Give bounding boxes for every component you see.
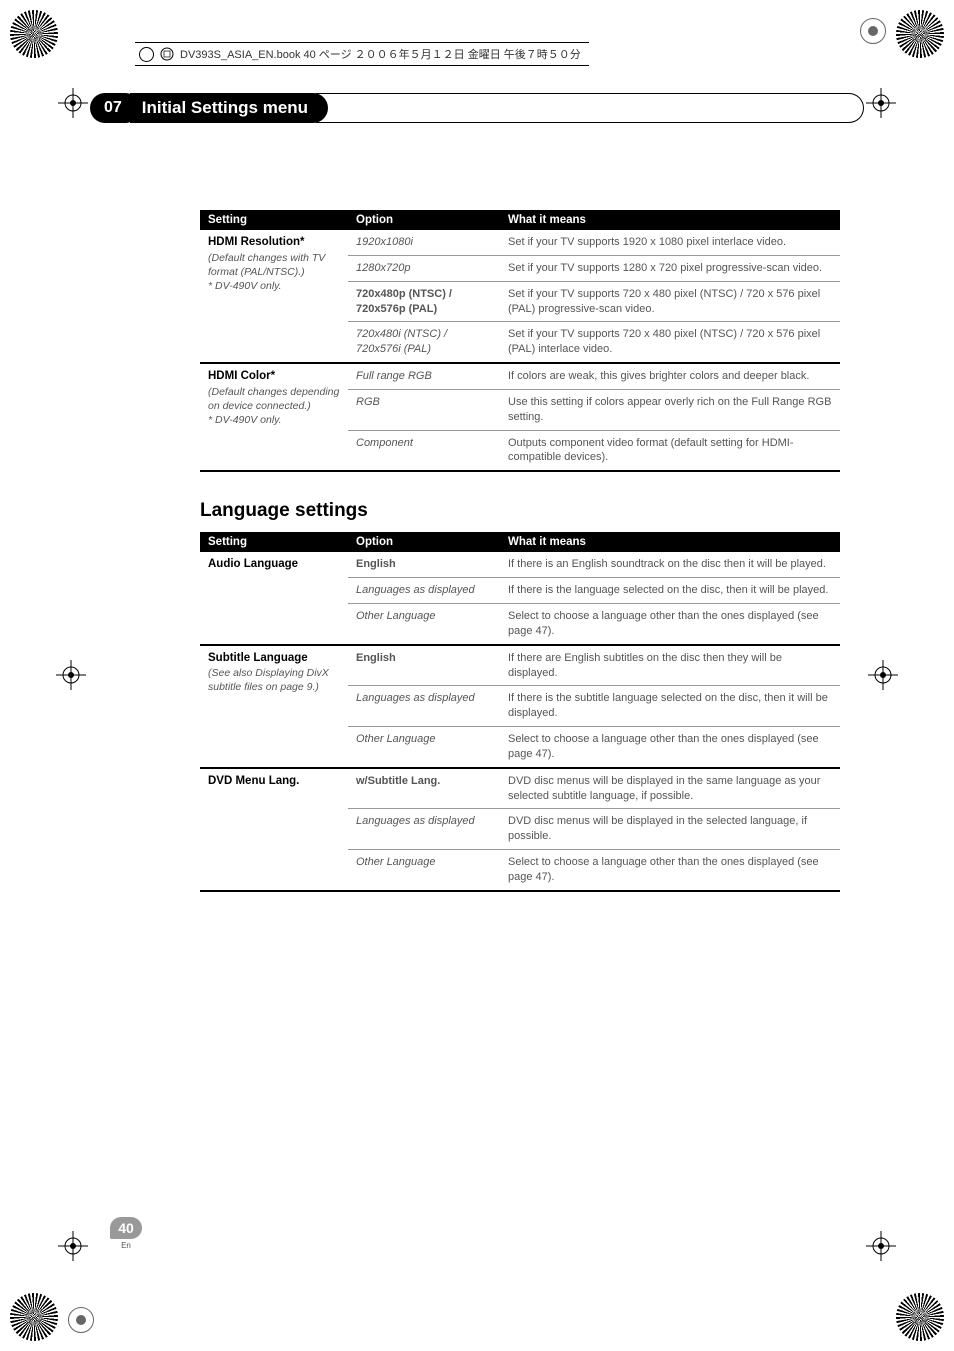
option-cell: 720x480p (NTSC) / 720x576p (PAL)	[348, 281, 500, 322]
description-cell: If there are English subtitles on the di…	[500, 645, 840, 686]
print-mark-fan	[896, 10, 944, 58]
table-row: Audio Language EnglishIf there is an Engl…	[200, 552, 840, 577]
chapter-rule	[316, 93, 864, 123]
option-cell: w/Subtitle Lang.	[348, 768, 500, 809]
setting-note: (See also Displaying DivX subtitle files…	[208, 666, 340, 694]
table-header: What it means	[500, 210, 840, 230]
print-mark-fan	[896, 1293, 944, 1341]
option-cell: Other Language	[348, 727, 500, 768]
hdmi-settings-table: SettingOptionWhat it meansHDMI Resolutio…	[200, 210, 840, 472]
description-cell: Set if your TV supports 1920 x 1080 pixe…	[500, 230, 840, 255]
option-cell: Other Language	[348, 603, 500, 644]
setting-label: HDMI Color*	[208, 369, 340, 385]
description-cell: If there is the language selected on the…	[500, 578, 840, 604]
table-row: HDMI Color*(Default changes depending on…	[200, 363, 840, 389]
description-cell: If there is the subtitle language select…	[500, 686, 840, 727]
registration-mark	[56, 660, 86, 690]
print-mark-fan	[10, 1293, 58, 1341]
print-mark-fan	[10, 10, 58, 58]
option-cell: Languages as displayed	[348, 578, 500, 604]
table-header: What it means	[500, 532, 840, 552]
setting-label: HDMI Resolution*	[208, 235, 340, 251]
chapter-header: 07 Initial Settings menu	[90, 90, 864, 125]
table-row: HDMI Resolution*(Default changes with TV…	[200, 230, 840, 255]
option-cell: English	[348, 645, 500, 686]
page-number: 40	[110, 1217, 142, 1239]
description-cell: If there is an English soundtrack on the…	[500, 552, 840, 577]
page-number-block: 40 En	[106, 1217, 146, 1250]
table-header: Option	[348, 210, 500, 230]
chapter-title: Initial Settings menu	[130, 93, 328, 123]
description-cell: DVD disc menus will be displayed in the …	[500, 809, 840, 850]
language-settings-table: SettingOptionWhat it meansAudio Language…	[200, 532, 840, 892]
table-header: Setting	[200, 210, 348, 230]
section-heading: Language settings	[200, 500, 840, 522]
page-lang: En	[106, 1241, 146, 1250]
description-cell: Select to choose a language other than t…	[500, 727, 840, 768]
setting-note: (Default changes with TV format (PAL/NTS…	[208, 251, 340, 294]
description-cell: DVD disc menus will be displayed in the …	[500, 768, 840, 809]
description-cell: Use this setting if colors appear overly…	[500, 389, 840, 430]
description-cell: Set if your TV supports 720 x 480 pixel …	[500, 281, 840, 322]
description-cell: Select to choose a language other than t…	[500, 603, 840, 644]
registration-mark	[866, 88, 896, 118]
option-cell: 1920x1080i	[348, 230, 500, 255]
option-cell: Full range RGB	[348, 363, 500, 389]
setting-label: Audio Language	[208, 557, 340, 573]
option-cell: Component	[348, 430, 500, 471]
table-row: Subtitle Language(See also Displaying Di…	[200, 645, 840, 686]
table-header: Option	[348, 532, 500, 552]
option-cell: RGB	[348, 389, 500, 430]
option-cell: Languages as displayed	[348, 809, 500, 850]
registration-mark	[58, 88, 88, 118]
description-cell: Set if your TV supports 720 x 480 pixel …	[500, 322, 840, 363]
option-cell: 720x480i (NTSC) / 720x576i (PAL)	[348, 322, 500, 363]
setting-cell: Subtitle Language(See also Displaying Di…	[200, 645, 348, 768]
setting-label: Subtitle Language	[208, 651, 340, 667]
description-cell: Set if your TV supports 1280 x 720 pixel…	[500, 255, 840, 281]
table-row: DVD Menu Lang. w/Subtitle Lang.DVD disc m…	[200, 768, 840, 809]
print-mark-dot	[68, 1307, 94, 1333]
setting-cell: Audio Language	[200, 552, 348, 644]
setting-note: (Default changes depending on device con…	[208, 385, 340, 428]
option-cell: Languages as displayed	[348, 686, 500, 727]
setting-cell: HDMI Resolution*(Default changes with TV…	[200, 230, 348, 363]
registration-mark	[868, 660, 898, 690]
description-cell: If colors are weak, this gives brighter …	[500, 363, 840, 389]
setting-cell: DVD Menu Lang.	[200, 768, 348, 891]
print-mark-dot	[860, 18, 886, 44]
page-content: 07 Initial Settings menu SettingOptionWh…	[90, 90, 864, 1260]
option-cell: 1280x720p	[348, 255, 500, 281]
print-file-text: DV393S_ASIA_EN.book 40 ページ ２００６年５月１２日 金曜…	[180, 46, 581, 62]
setting-label: DVD Menu Lang.	[208, 774, 340, 790]
registration-mark	[58, 1231, 88, 1261]
option-cell: Other Language	[348, 850, 500, 891]
setting-cell: HDMI Color*(Default changes depending on…	[200, 363, 348, 471]
table-header: Setting	[200, 532, 348, 552]
description-cell: Select to choose a language other than t…	[500, 850, 840, 891]
print-file-header: DV393S_ASIA_EN.book 40 ページ ２００６年５月１２日 金曜…	[135, 42, 589, 66]
book-icon	[160, 47, 174, 61]
registration-mark	[866, 1231, 896, 1261]
description-cell: Outputs component video format (default …	[500, 430, 840, 471]
chapter-number: 07	[90, 93, 140, 123]
option-cell: English	[348, 552, 500, 577]
